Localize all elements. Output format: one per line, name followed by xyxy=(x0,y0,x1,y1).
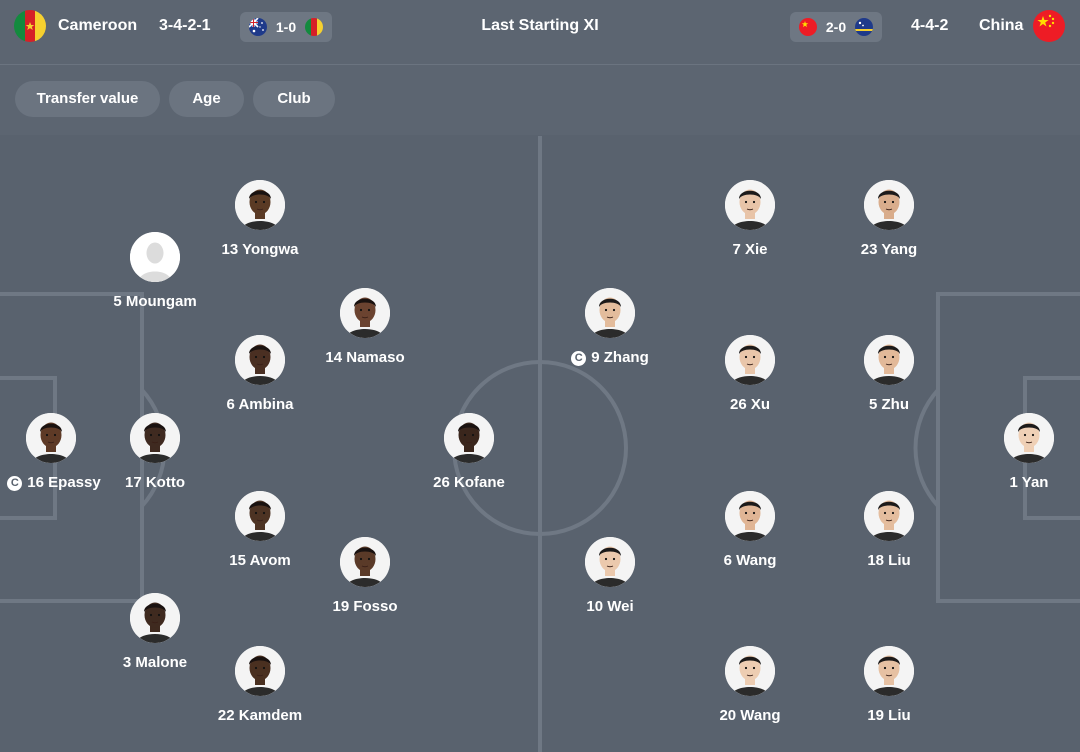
player-name: 18 Liu xyxy=(867,552,911,569)
player-away[interactable]: 19 Liu xyxy=(809,646,969,736)
player-photo xyxy=(864,491,914,541)
player-photo xyxy=(340,288,390,338)
captain-icon: C xyxy=(571,351,587,366)
away-team-name[interactable]: China xyxy=(979,16,1023,36)
player-name: 19 Liu xyxy=(867,707,911,724)
player-away[interactable]: 5 Zhu xyxy=(809,335,969,425)
player-photo xyxy=(864,180,914,230)
player-name: 6 Wang xyxy=(723,552,777,569)
away-formation: 4-4-2 xyxy=(911,17,949,34)
player-home[interactable]: 19 Fosso xyxy=(285,537,445,627)
player-home[interactable]: 26 Kofane xyxy=(389,413,549,503)
player-name: 17 Kotto xyxy=(125,474,185,491)
filter-transfer-value[interactable]: Transfer value xyxy=(15,81,160,117)
player-photo xyxy=(235,646,285,696)
player-home[interactable]: 6 Ambina xyxy=(180,335,340,425)
player-name: 19 Fosso xyxy=(332,598,398,615)
player-away[interactable]: 20 Wang xyxy=(670,646,830,736)
filter-club[interactable]: Club xyxy=(253,81,335,117)
player-away[interactable]: 1 Yan xyxy=(949,413,1080,503)
player-photo xyxy=(235,180,285,230)
player-photo xyxy=(864,335,914,385)
player-name: 5 Zhu xyxy=(869,396,909,413)
player-home[interactable]: 22 Kamdem xyxy=(180,646,340,736)
player-photo xyxy=(130,413,180,463)
captain-icon: C xyxy=(7,476,23,491)
player-away[interactable]: 6 Wang xyxy=(670,491,830,581)
player-photo-placeholder xyxy=(130,232,180,282)
player-name: 6 Ambina xyxy=(226,396,294,413)
filter-age[interactable]: Age xyxy=(169,81,244,117)
player-home[interactable]: 17 Kotto xyxy=(75,413,235,503)
player-photo xyxy=(725,491,775,541)
player-away[interactable]: C9 Zhang xyxy=(530,288,690,378)
filter-bar: Transfer value Age Club xyxy=(0,65,1080,135)
player-name: 22 Kamdem xyxy=(217,707,303,724)
player-photo xyxy=(864,646,914,696)
away-last-match-badge[interactable]: 2-0 xyxy=(790,12,882,42)
player-name: 26 Kofane xyxy=(433,474,505,491)
player-photo xyxy=(725,335,775,385)
player-photo xyxy=(1004,413,1054,463)
player-photo xyxy=(585,288,635,338)
player-name: 1 Yan xyxy=(1009,474,1049,491)
player-name: 20 Wang xyxy=(719,707,781,724)
player-name: 7 Xie xyxy=(732,241,768,258)
player-away[interactable]: 10 Wei xyxy=(530,537,690,627)
player-name: 23 Yang xyxy=(860,241,918,258)
match-header: Cameroon 3-4-2-1 1-0 Last Starting XI 2-… xyxy=(0,0,1080,65)
player-away[interactable]: 23 Yang xyxy=(809,180,969,270)
player-photo xyxy=(235,335,285,385)
player-away[interactable]: 7 Xie xyxy=(670,180,830,270)
player-photo xyxy=(340,537,390,587)
china-flag-icon xyxy=(1033,10,1065,42)
pitch: 13 Yongwa 5 Moungam 14 Namaso 6 Ambina C… xyxy=(0,136,1080,752)
player-name: 5 Moungam xyxy=(113,293,197,310)
player-name: C9 Zhang xyxy=(530,348,690,368)
player-away[interactable]: 26 Xu xyxy=(670,335,830,425)
player-away[interactable]: 18 Liu xyxy=(809,491,969,581)
player-photo xyxy=(585,537,635,587)
player-name: 26 Xu xyxy=(729,396,771,413)
player-home[interactable]: 5 Moungam xyxy=(75,232,235,322)
player-photo xyxy=(444,413,494,463)
player-photo xyxy=(725,180,775,230)
curacao-flag-icon xyxy=(855,18,873,36)
player-photo xyxy=(235,491,285,541)
player-photo xyxy=(130,593,180,643)
player-photo xyxy=(725,646,775,696)
player-name: 10 Wei xyxy=(586,598,634,615)
player-photo xyxy=(26,413,76,463)
